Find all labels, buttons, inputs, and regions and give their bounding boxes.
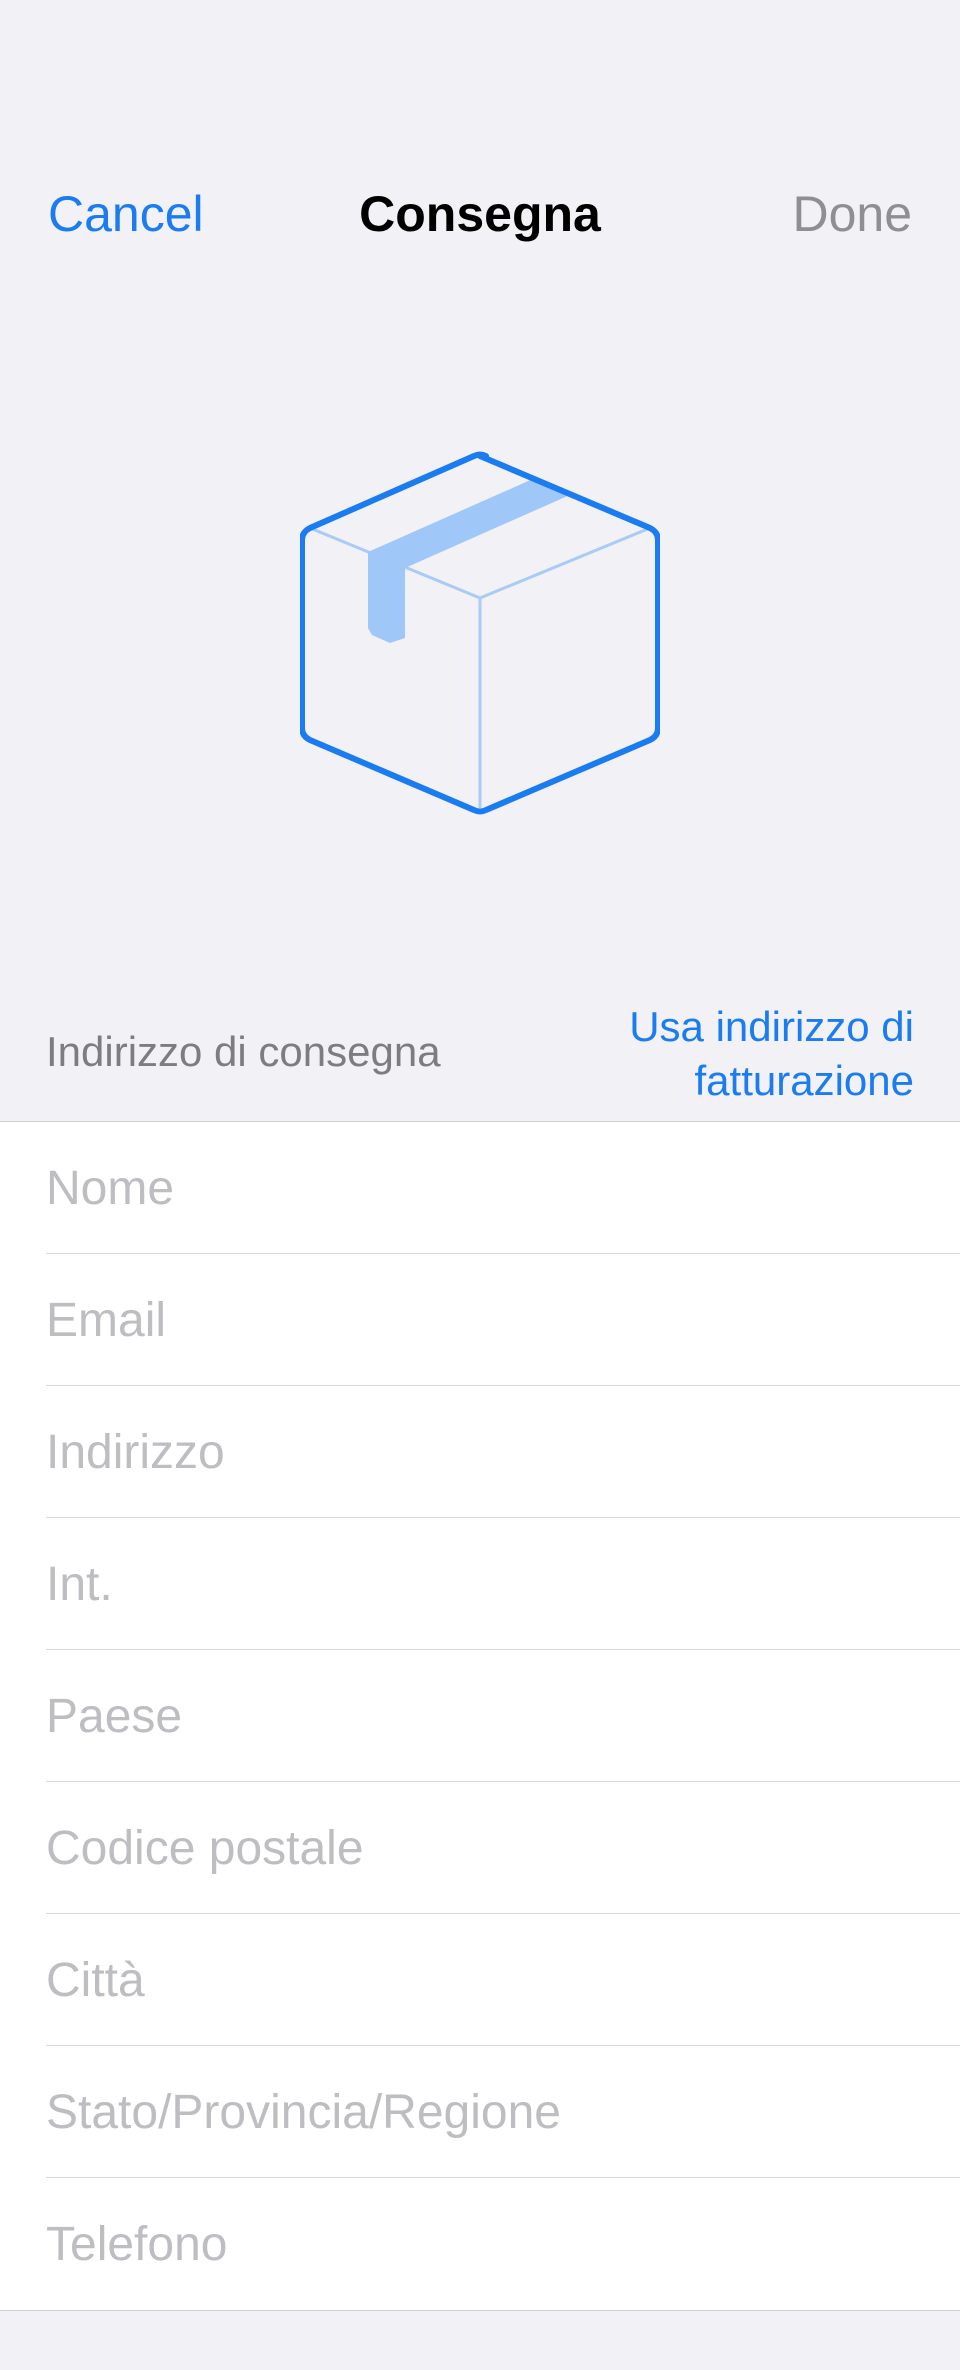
shipping-address-header: Indirizzo di consegna Usa indirizzo di f… [0,1000,960,1120]
navigation-bar: Cancel Consegna Done [0,160,960,270]
package-box-icon [299,448,661,818]
form-row [0,1782,960,1914]
form-row [0,1518,960,1650]
name-field[interactable] [46,1122,926,1254]
country-field[interactable] [46,1650,926,1782]
form-row [0,2046,960,2178]
form-row [0,1650,960,1782]
state-province-region-field[interactable] [46,2046,926,2178]
form-row [0,1914,960,2046]
email-field[interactable] [46,1254,926,1386]
apartment-field[interactable] [46,1518,926,1650]
use-billing-address-link[interactable]: Usa indirizzo di fatturazione [514,1000,914,1108]
postal-code-field[interactable] [46,1782,926,1914]
form-row [0,1386,960,1518]
phone-field[interactable] [46,2178,926,2310]
form-row [0,1122,960,1254]
form-row [0,1254,960,1386]
section-label: Indirizzo di consegna [46,1028,441,1075]
address-form [0,1121,960,2311]
use-billing-address-line1: Usa indirizzo di [629,1003,914,1050]
city-field[interactable] [46,1914,926,2046]
use-billing-address-line2: fatturazione [694,1057,914,1104]
done-button[interactable]: Done [792,184,912,244]
cancel-button[interactable]: Cancel [48,184,204,244]
address-field[interactable] [46,1386,926,1518]
form-row [0,2178,960,2310]
